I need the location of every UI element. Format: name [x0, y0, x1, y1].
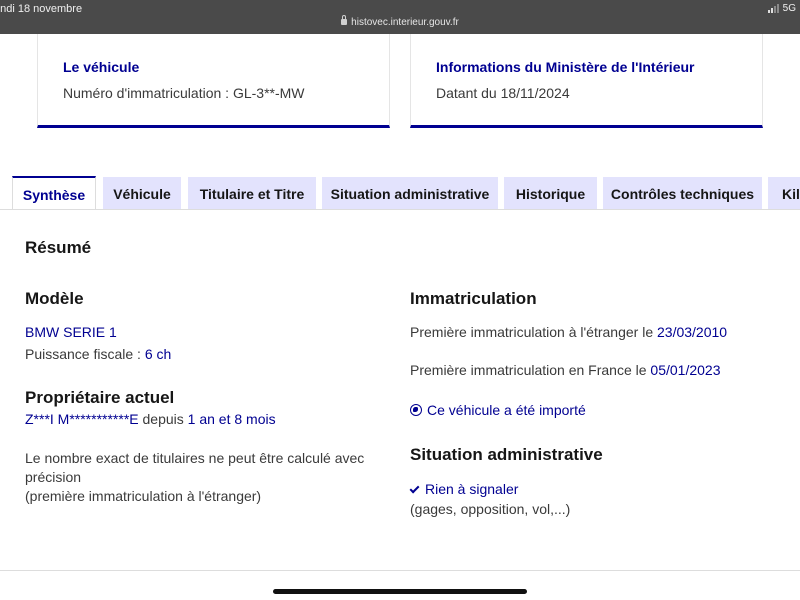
signal-icon [767, 4, 779, 13]
admin-situation-title: Situation administrative [410, 445, 603, 464]
first-registration-france: Première immatriculation en France le 05… [410, 360, 721, 380]
owner-since-label: depuis [138, 411, 188, 427]
fiscal-power: Puissance fiscale : 6 ch [25, 344, 171, 364]
tab-titulaire-titre[interactable]: Titulaire et Titre [188, 177, 316, 210]
fiscal-power-value: 6 ch [144, 346, 172, 362]
lock-icon [341, 15, 348, 25]
summary-title: Résumé [25, 238, 92, 257]
imported-vehicle-label: Ce véhicule a été importé [427, 402, 586, 418]
status-indicators: 5G [767, 3, 796, 14]
admin-status-link[interactable]: Rien à signaler [409, 479, 519, 499]
first-registration-france-date: 05/01/2023 [650, 362, 721, 378]
tab-controles-techniques[interactable]: Contrôles techniques [603, 177, 762, 210]
status-bar: undi 18 novembre histovec.interieur.gouv… [0, 0, 800, 34]
model-title: Modèle [25, 289, 84, 308]
first-registration-foreign-label: Première immatriculation à l'étranger le [410, 324, 657, 340]
registration-number: Numéro d'immatriculation : GL-3**-MW [63, 85, 305, 101]
first-registration-france-label: Première immatriculation en France le [410, 362, 651, 378]
owner-name: Z***I M***********E [25, 411, 139, 427]
tab-synthese[interactable]: Synthèse [12, 176, 96, 211]
owner-since-value: 1 an et 8 mois [187, 411, 276, 427]
network-label: 5G [782, 3, 796, 14]
owner-title: Propriétaire actuel [25, 388, 175, 407]
home-indicator[interactable] [273, 589, 527, 594]
status-datetime: undi 18 novembre [0, 3, 83, 15]
tab-historique[interactable]: Historique [504, 177, 597, 210]
synthese-panel: Résumé Modèle BMW SERIE 1 Puissance fisc… [0, 209, 800, 571]
tab-kilometrage[interactable]: Kilo [768, 177, 800, 210]
admin-status-label: Rien à signaler [425, 481, 519, 497]
model-name: BMW SERIE 1 [25, 324, 117, 340]
address-bar[interactable]: histovec.interieur.gouv.fr [0, 15, 800, 28]
first-registration-foreign: Première immatriculation à l'étranger le… [410, 322, 727, 342]
vehicle-card: Le véhicule Numéro d'immatriculation : G… [37, 34, 390, 128]
owner-info: Z***I M***********E depuis 1 an et 8 moi… [25, 409, 276, 429]
registration-title: Immatriculation [410, 289, 537, 308]
first-registration-foreign-date: 23/03/2010 [657, 324, 728, 340]
ministry-card-date: Datant du 18/11/2024 [436, 85, 570, 101]
tab-bar: Synthèse Véhicule Titulaire et Titre Sit… [0, 176, 800, 211]
fiscal-power-label: Puissance fiscale : [25, 346, 145, 362]
owners-note-line1: Le nombre exact de titulaires ne peut êt… [25, 450, 365, 466]
vehicle-card-title: Le véhicule [63, 59, 140, 75]
checkmark-icon [409, 483, 420, 494]
ministry-card-title: Informations du Ministère de l'Intérieur [436, 59, 695, 75]
globe-icon [410, 404, 422, 416]
admin-status-details: (gages, opposition, vol,...) [410, 501, 571, 517]
owners-note-line3: (première immatriculation à l'étranger) [25, 488, 262, 504]
tab-vehicule[interactable]: Véhicule [103, 177, 181, 210]
ministry-card: Informations du Ministère de l'Intérieur… [410, 34, 763, 128]
imported-vehicle-link[interactable]: Ce véhicule a été importé [410, 400, 586, 420]
owners-note-line2: précision [25, 469, 82, 485]
address-url: histovec.interieur.gouv.fr [351, 17, 459, 28]
tab-situation-administrative[interactable]: Situation administrative [322, 177, 498, 210]
